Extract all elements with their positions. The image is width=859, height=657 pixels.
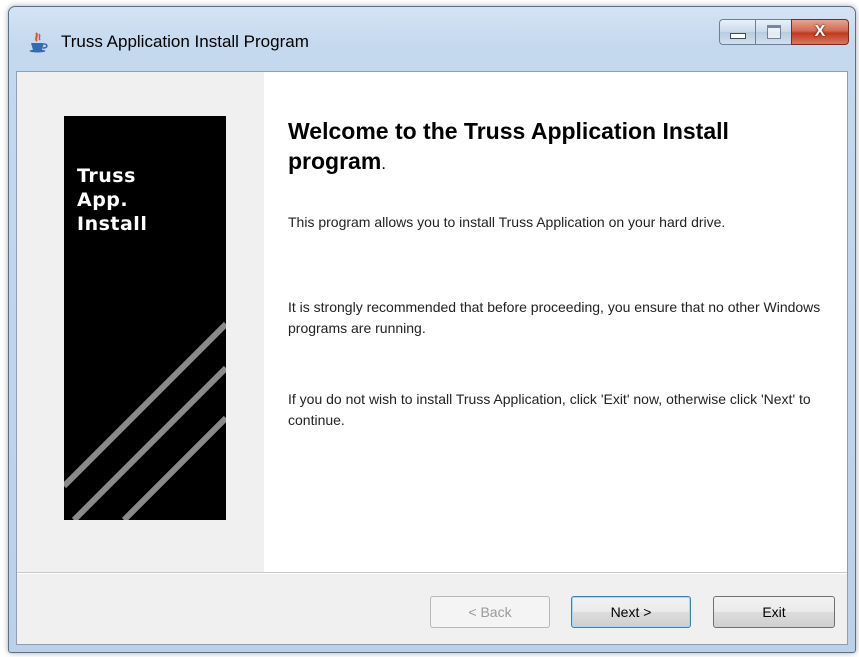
next-button[interactable]: Next > [571, 596, 691, 628]
banner-line: Install [77, 213, 148, 235]
banner-line: Truss [77, 165, 136, 187]
button-bar-divider-highlight [17, 573, 847, 574]
installer-window: Truss Application Install Program X Trus… [8, 6, 856, 653]
welcome-heading-period: . [381, 154, 387, 173]
exit-button[interactable]: Exit [713, 596, 835, 628]
maximize-button[interactable] [755, 19, 791, 45]
maximize-icon [766, 25, 781, 39]
dialog-client-area: Truss App. Install Welcome to the Truss … [16, 71, 848, 645]
welcome-heading-text: Welcome to the Truss Application Install… [288, 118, 729, 174]
exit-instructions-paragraph: If you do not wish to install Truss Appl… [288, 391, 811, 428]
close-icon: X [814, 23, 826, 40]
close-button[interactable]: X [791, 19, 849, 45]
welcome-heading: Welcome to the Truss Application Install… [288, 116, 828, 179]
recommendation-paragraph: It is strongly recommended that before p… [288, 299, 821, 336]
content-panel: Truss App. Install Welcome to the Truss … [17, 72, 847, 572]
window-title: Truss Application Install Program [61, 32, 309, 51]
title-bar[interactable]: Truss Application Install Program X [9, 7, 855, 73]
caption-buttons: X [719, 19, 849, 47]
minimize-icon [729, 33, 746, 39]
banner-line: App. [77, 189, 129, 211]
back-button[interactable]: < Back [430, 596, 550, 628]
intro-paragraph: This program allows you to install Truss… [288, 214, 726, 230]
java-cup-icon [29, 32, 48, 53]
installer-banner: Truss App. Install [64, 116, 226, 520]
minimize-button[interactable] [719, 19, 755, 45]
